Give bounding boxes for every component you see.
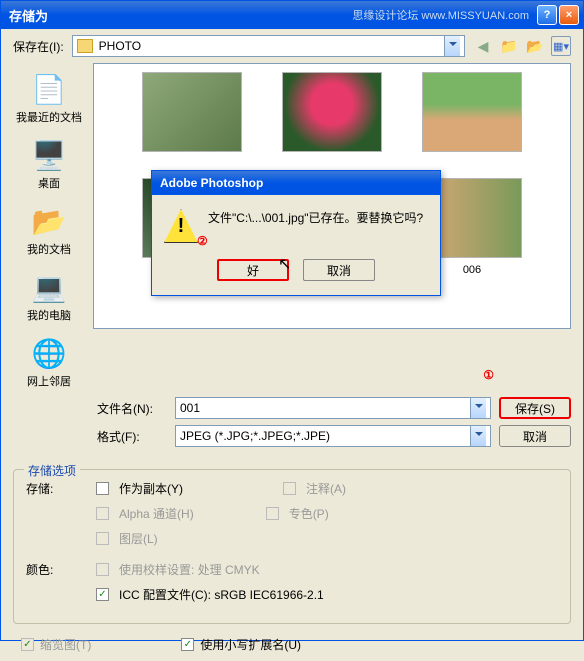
confirm-dialog: Adobe Photoshop ! 文件"C:\...\001.jpg"已存在。…: [151, 170, 441, 296]
lowercase-checkbox[interactable]: [181, 638, 194, 651]
form-area: 文件名(N): 001 保存(S) 格式(F): JPEG (*.JPG;*.J…: [1, 389, 583, 461]
up-icon[interactable]: 📁: [499, 36, 519, 56]
dialog-message: 文件"C:\...\001.jpg"已存在。要替换它吗?: [208, 209, 428, 243]
nav-icons: ◀ 📁 📂 ▦▾: [473, 36, 571, 56]
view-icon[interactable]: ▦▾: [551, 36, 571, 56]
spot-checkbox: [266, 507, 279, 520]
save-options-box: 存储选项 存储: 作为副本(Y) 注释(A) Alpha 通道(H) 专色(P)…: [13, 469, 571, 624]
bottom-options: 缩览图(T) 使用小写扩展名(U): [1, 632, 583, 661]
folder-icon: [77, 39, 93, 53]
as-copy-checkbox[interactable]: [96, 482, 109, 495]
annot-checkbox: [283, 482, 296, 495]
chevron-down-icon[interactable]: [470, 398, 486, 418]
network-icon: 🌐: [31, 335, 67, 371]
spot-label: 专色(P): [289, 505, 329, 522]
lowercase-label: 使用小写扩展名(U): [200, 636, 301, 653]
desktop-icon: 🖥️: [31, 137, 67, 173]
thumbnail-checkbox: [21, 638, 34, 651]
warning-icon: !: [164, 209, 198, 243]
save-button[interactable]: 保存(S): [499, 397, 571, 419]
save-as-window: 存储为 思缘设计论坛 www.MISSYUAN.com ? × 保存在(I): …: [0, 0, 584, 641]
proof-label: 使用校样设置: 处理 CMYK: [119, 561, 260, 578]
marker-1: ①: [483, 368, 494, 382]
help-button[interactable]: ?: [537, 5, 557, 25]
thumb-image: [282, 72, 382, 152]
dialog-ok-button[interactable]: 好: [217, 259, 289, 281]
thumb-item[interactable]: [282, 72, 382, 158]
computer-icon: 💻: [31, 269, 67, 305]
alpha-checkbox: [96, 507, 109, 520]
dialog-title: Adobe Photoshop: [156, 176, 436, 190]
window-subtitle: 思缘设计论坛 www.MISSYUAN.com: [352, 7, 529, 23]
layers-checkbox: [96, 532, 109, 545]
back-icon[interactable]: ◀: [473, 36, 493, 56]
thumb-image: [142, 72, 242, 152]
location-bar: 保存在(I): PHOTO ◀ 📁 📂 ▦▾: [1, 29, 583, 63]
color-label: 颜色:: [26, 561, 86, 578]
thumbnail-label: 缩览图(T): [40, 636, 91, 653]
recent-icon: 📄: [31, 71, 67, 107]
titlebar: 存储为 思缘设计论坛 www.MISSYUAN.com ? ×: [1, 1, 583, 29]
dialog-cancel-button[interactable]: 取消: [303, 259, 375, 281]
as-copy-label: 作为副本(Y): [119, 480, 183, 497]
marker-2: ②: [197, 234, 208, 248]
sidebar-item-recent[interactable]: 📄我最近的文档: [13, 71, 85, 125]
window-title: 存储为: [5, 6, 352, 25]
thumb-item[interactable]: [422, 72, 522, 158]
sidebar-item-desktop[interactable]: 🖥️桌面: [13, 137, 85, 191]
sidebar-item-computer[interactable]: 💻我的电脑: [13, 269, 85, 323]
sidebar-item-network[interactable]: 🌐网上邻居: [13, 335, 85, 389]
filename-input[interactable]: 001: [175, 397, 491, 419]
thumb-image: [422, 72, 522, 152]
filename-label: 文件名(N):: [13, 400, 167, 417]
proof-checkbox: [96, 563, 109, 576]
layers-label: 图层(L): [119, 530, 158, 547]
chevron-down-icon[interactable]: [444, 36, 460, 56]
new-folder-icon[interactable]: 📂: [525, 36, 545, 56]
documents-icon: 📂: [31, 203, 67, 239]
places-sidebar: 📄我最近的文档 🖥️桌面 📂我的文档 💻我的电脑 🌐网上邻居: [13, 63, 85, 389]
close-button[interactable]: ×: [559, 5, 579, 25]
storage-label: 存储:: [26, 480, 86, 497]
options-title: 存储选项: [24, 462, 80, 479]
format-combo[interactable]: JPEG (*.JPG;*.JPEG;*.JPE): [175, 425, 491, 447]
chevron-down-icon[interactable]: [470, 426, 486, 446]
format-label: 格式(F):: [13, 428, 167, 445]
icc-label: ICC 配置文件(C): sRGB IEC61966-2.1: [119, 586, 324, 603]
sidebar-item-documents[interactable]: 📂我的文档: [13, 203, 85, 257]
thumb-item[interactable]: [142, 72, 242, 158]
annot-label: 注释(A): [306, 480, 346, 497]
save-in-combo[interactable]: PHOTO: [72, 35, 465, 57]
alpha-label: Alpha 通道(H): [119, 505, 194, 522]
save-in-value: PHOTO: [99, 39, 444, 53]
cancel-button[interactable]: 取消: [499, 425, 571, 447]
icc-checkbox[interactable]: [96, 588, 109, 601]
save-in-label: 保存在(I):: [13, 38, 64, 55]
